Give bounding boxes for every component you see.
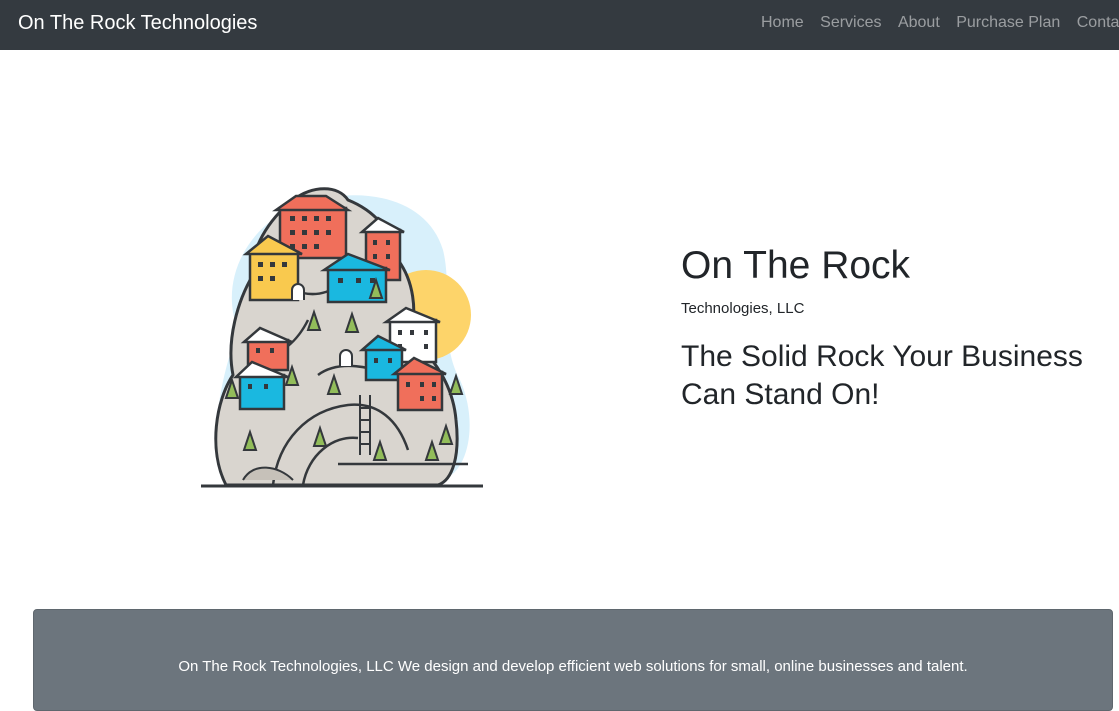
top-navbar: On The Rock Technologies Home Services A… [0,0,1119,50]
nav-link-purchase-plan[interactable]: Purchase Plan [956,13,1060,33]
nav-link-home[interactable]: Home [761,13,804,33]
rock-city-illustration [201,187,483,488]
nav-link-contact[interactable]: Contact [1077,13,1119,33]
arch-door [339,349,353,366]
hero-title: On The Rock [681,244,911,287]
hero-subtitle: Technologies, LLC [681,300,805,317]
arch-door [291,283,305,300]
about-banner-text: On The Rock Technologies, LLC We design … [178,658,968,675]
nav-link-services[interactable]: Services [820,13,881,33]
nav-links: Home Services About Purchase Plan Contac… [761,13,1119,33]
brand-link[interactable]: On The Rock Technologies [18,11,257,35]
nav-link-about[interactable]: About [898,13,940,33]
hero-tagline: The Solid Rock Your Business Can Stand O… [681,340,1083,411]
